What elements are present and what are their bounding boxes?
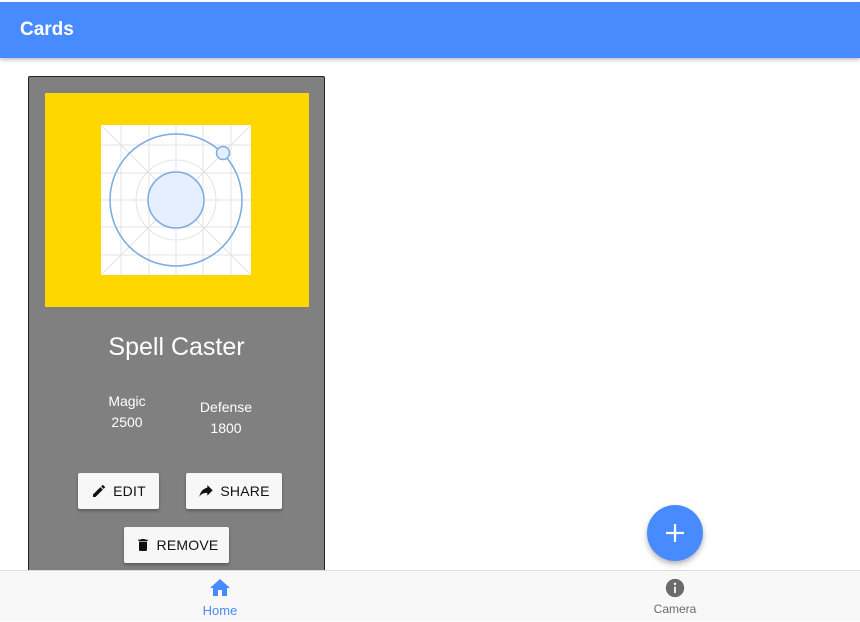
tab-label: Home	[202, 602, 238, 618]
card-title: Spell Caster	[108, 333, 245, 361]
edit-button[interactable]: EDIT	[78, 473, 159, 509]
stat-value: 1800	[210, 420, 242, 436]
remove-button[interactable]: REMOVE	[124, 527, 229, 563]
home-icon	[210, 578, 230, 596]
stat-value: 2500	[111, 414, 143, 430]
stat-label: Magic	[108, 393, 146, 409]
tab-bar: Home Camera	[0, 570, 860, 621]
share-label: SHARE	[220, 483, 270, 499]
page-title: Cards	[20, 19, 74, 40]
stat-defense: Defense 1800	[186, 399, 266, 436]
pencil-icon	[93, 484, 106, 497]
add-card-button[interactable]	[647, 505, 703, 561]
edit-label: EDIT	[113, 483, 146, 499]
tab-home[interactable]: Home	[5, 571, 435, 622]
share-arrow-icon	[199, 485, 214, 497]
app-header: Cards	[0, 2, 860, 58]
trash-icon	[137, 539, 148, 551]
stat-label: Defense	[199, 399, 253, 415]
tab-label: Camera	[653, 602, 697, 616]
spell-card: Spell Caster Magic 2500 Defense 1800 EDI…	[28, 76, 325, 576]
tab-camera[interactable]: Camera	[460, 571, 860, 622]
image-placeholder-icon	[100, 124, 252, 276]
info-icon	[665, 578, 685, 598]
remove-label: REMOVE	[156, 537, 219, 553]
card-image	[45, 93, 309, 307]
stat-magic: Magic 2500	[87, 393, 167, 430]
add-icon	[666, 524, 684, 542]
share-button[interactable]: SHARE	[186, 473, 282, 509]
